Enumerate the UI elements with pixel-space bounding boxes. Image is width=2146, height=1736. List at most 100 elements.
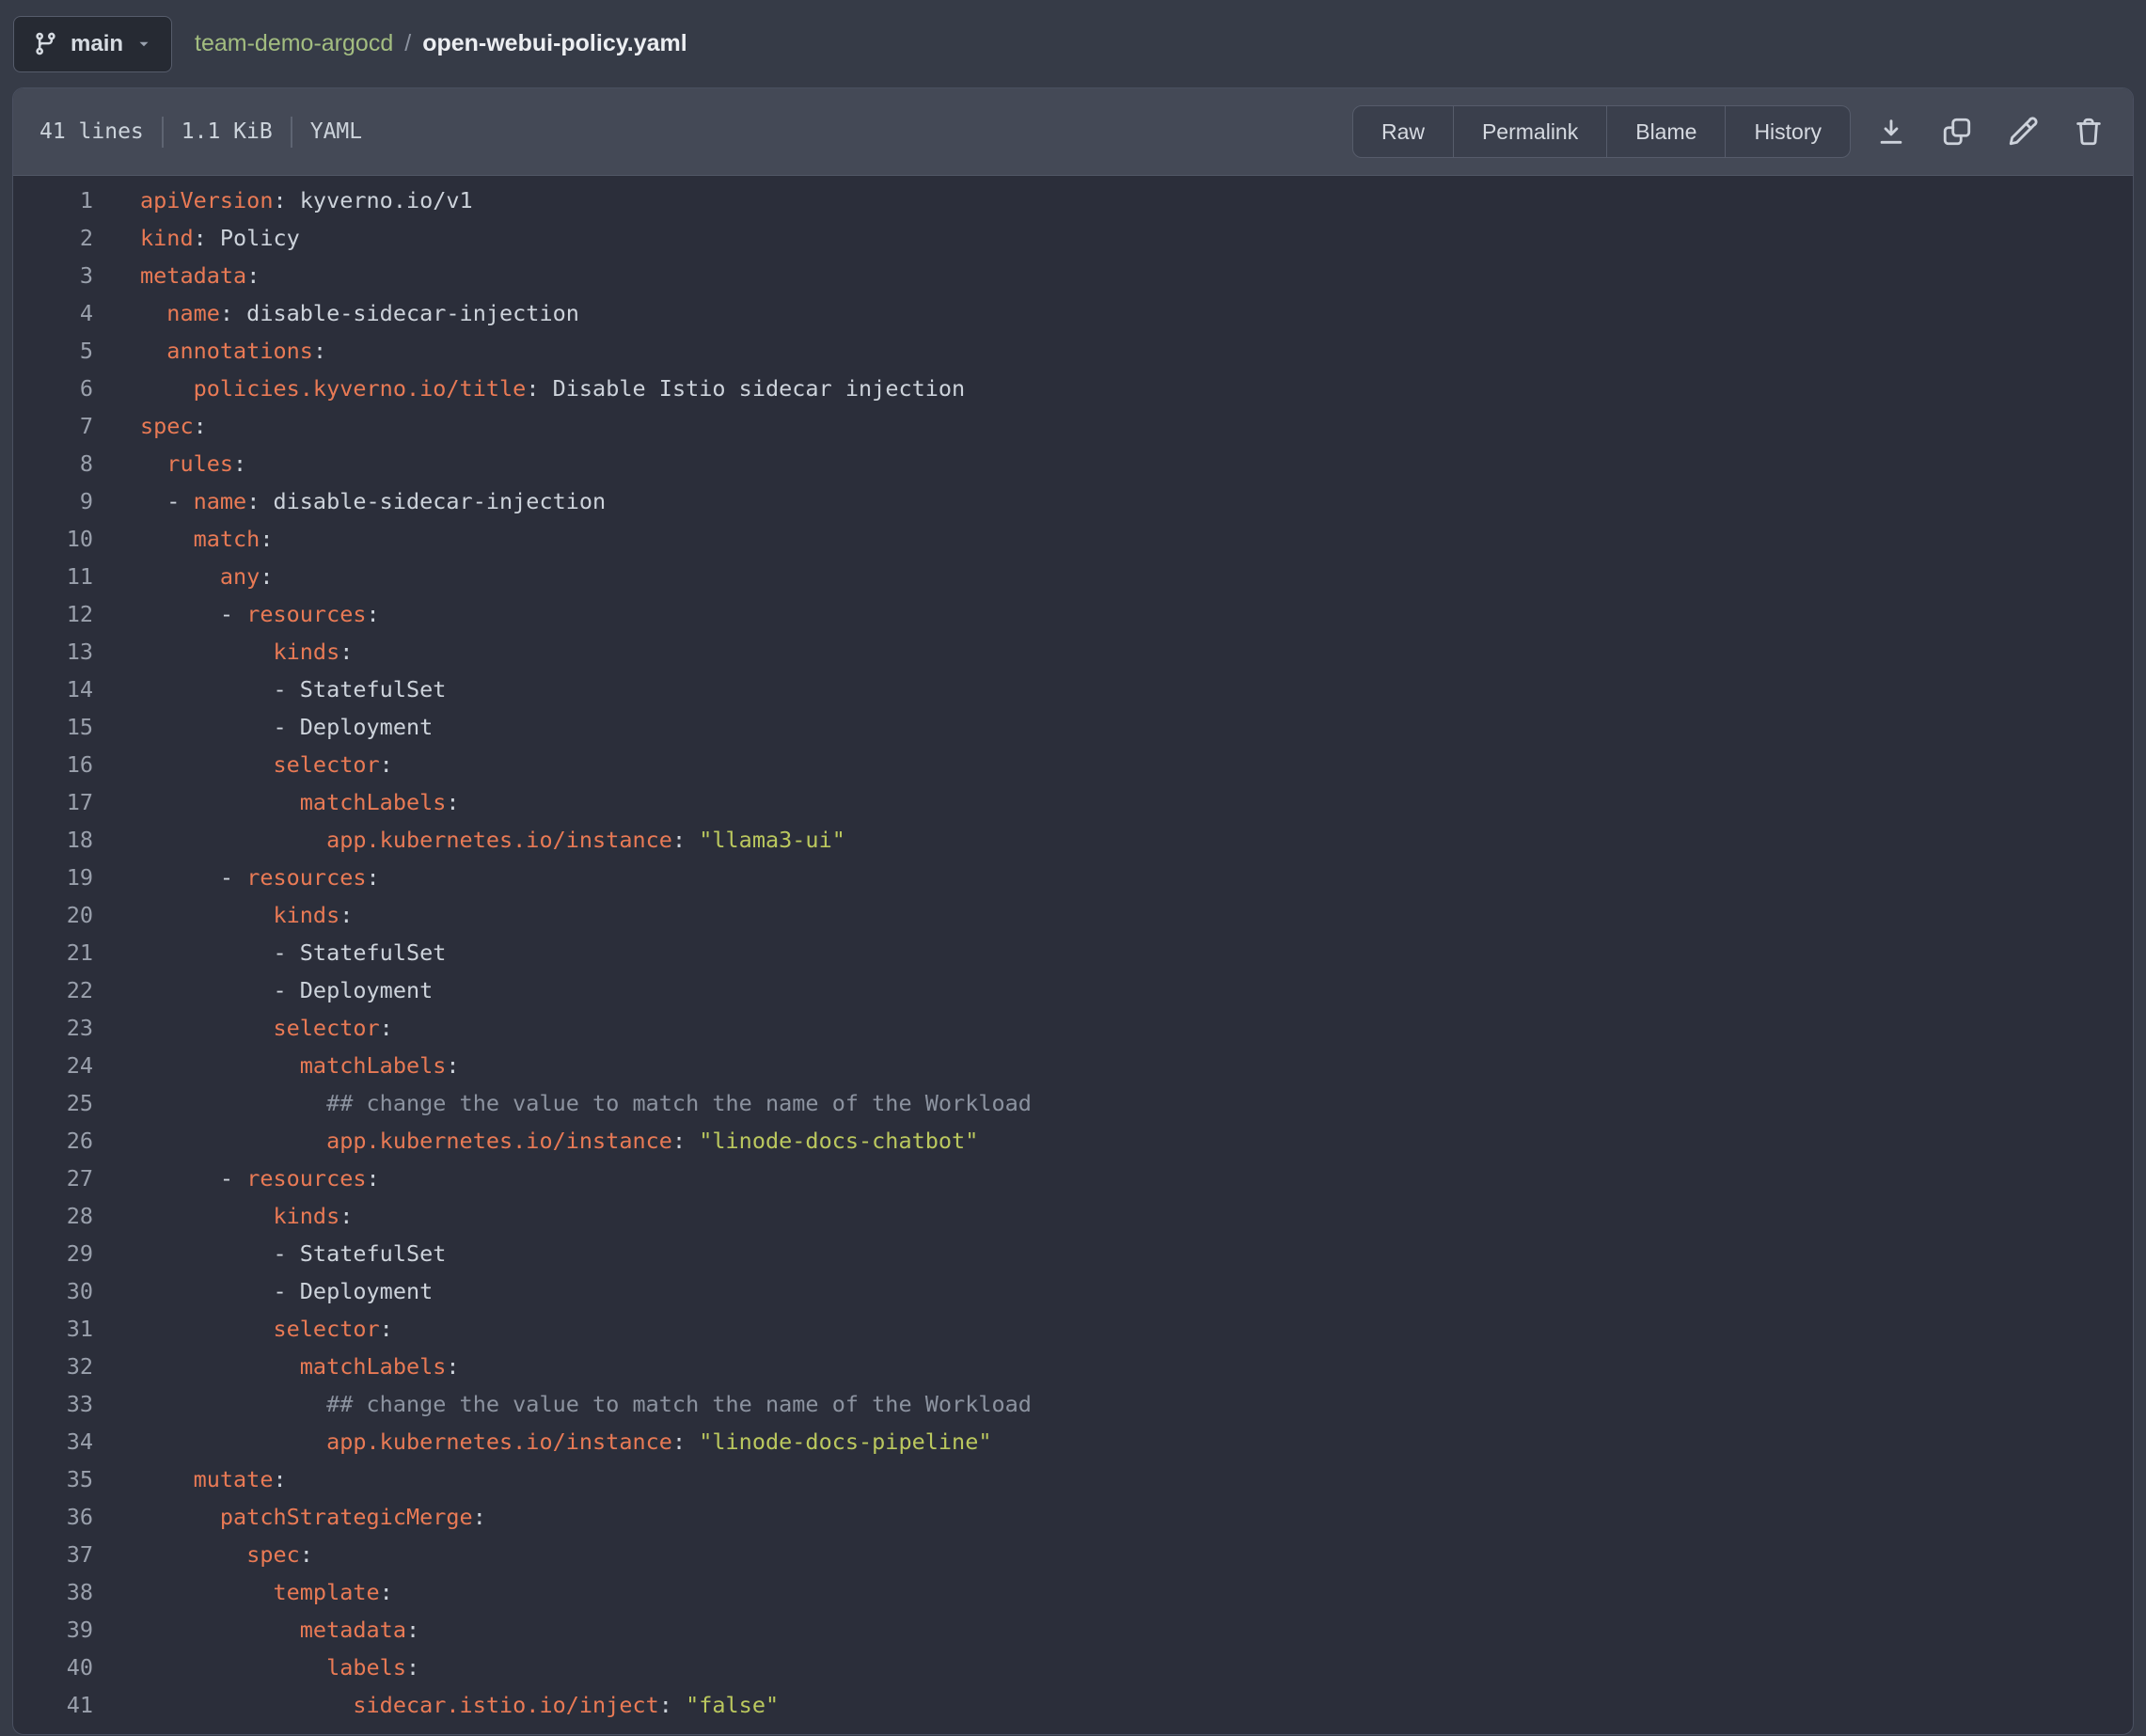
- branch-name: main: [71, 31, 123, 57]
- code-text: spec:: [93, 407, 207, 445]
- code-text: app.kubernetes.io/instance: "llama3-ui": [93, 821, 845, 859]
- code-line: 28 kinds:: [13, 1197, 2133, 1235]
- code-text: kinds:: [93, 896, 353, 934]
- line-number[interactable]: 28: [13, 1197, 93, 1235]
- line-number[interactable]: 10: [13, 520, 93, 558]
- file-meta: 41 lines 1.1 KiB YAML: [39, 117, 362, 148]
- line-number[interactable]: 18: [13, 821, 93, 859]
- code-line: 13 kinds:: [13, 633, 2133, 671]
- line-number[interactable]: 15: [13, 708, 93, 746]
- code-line: 12 - resources:: [13, 595, 2133, 633]
- line-number[interactable]: 17: [13, 783, 93, 821]
- line-number[interactable]: 12: [13, 595, 93, 633]
- code-text: metadata:: [93, 1611, 419, 1649]
- code-line: 24 matchLabels:: [13, 1047, 2133, 1084]
- permalink-button[interactable]: Permalink: [1454, 105, 1607, 158]
- code-text: selector:: [93, 1310, 393, 1348]
- download-icon[interactable]: [1873, 114, 1909, 150]
- line-number[interactable]: 24: [13, 1047, 93, 1084]
- history-button[interactable]: History: [1726, 105, 1851, 158]
- file-lines-count: 41 lines: [39, 119, 144, 144]
- code-line: 14 - StatefulSet: [13, 671, 2133, 708]
- line-number[interactable]: 4: [13, 294, 93, 332]
- edit-icon[interactable]: [2005, 114, 2041, 150]
- line-number[interactable]: 19: [13, 859, 93, 896]
- code-text: patchStrategicMerge:: [93, 1498, 486, 1536]
- code-text: - Deployment: [93, 708, 433, 746]
- line-number[interactable]: 9: [13, 482, 93, 520]
- code-text: selector:: [93, 1009, 393, 1047]
- line-number[interactable]: 26: [13, 1122, 93, 1160]
- code-line: 37 spec:: [13, 1536, 2133, 1573]
- raw-button[interactable]: Raw: [1352, 105, 1454, 158]
- line-number[interactable]: 7: [13, 407, 93, 445]
- line-number[interactable]: 37: [13, 1536, 93, 1573]
- line-number[interactable]: 31: [13, 1310, 93, 1348]
- file-view-button-group: Raw Permalink Blame History: [1352, 105, 1851, 158]
- line-number[interactable]: 21: [13, 934, 93, 971]
- line-number[interactable]: 16: [13, 746, 93, 783]
- code-text: matchLabels:: [93, 783, 460, 821]
- line-number[interactable]: 39: [13, 1611, 93, 1649]
- code-line: 18 app.kubernetes.io/instance: "llama3-u…: [13, 821, 2133, 859]
- breadcrumb: team-demo-argocd / open-webui-policy.yam…: [195, 30, 687, 57]
- line-number[interactable]: 33: [13, 1385, 93, 1423]
- code-line: 15 - Deployment: [13, 708, 2133, 746]
- code-line: 10 match:: [13, 520, 2133, 558]
- meta-divider: [162, 117, 164, 148]
- line-number[interactable]: 34: [13, 1423, 93, 1460]
- line-number[interactable]: 27: [13, 1160, 93, 1197]
- code-text: annotations:: [93, 332, 326, 370]
- line-number[interactable]: 32: [13, 1348, 93, 1385]
- line-number[interactable]: 35: [13, 1460, 93, 1498]
- line-number[interactable]: 11: [13, 558, 93, 595]
- line-number[interactable]: 5: [13, 332, 93, 370]
- code-text: apiVersion: kyverno.io/v1: [93, 181, 473, 219]
- breadcrumb-repo-link[interactable]: team-demo-argocd: [195, 30, 393, 57]
- code-text: - StatefulSet: [93, 934, 446, 971]
- line-number[interactable]: 8: [13, 445, 93, 482]
- code-text: ## change the value to match the name of…: [93, 1084, 1032, 1122]
- code-line: 21 - StatefulSet: [13, 934, 2133, 971]
- line-number[interactable]: 23: [13, 1009, 93, 1047]
- line-number[interactable]: 1: [13, 181, 93, 219]
- breadcrumb-separator: /: [404, 30, 411, 57]
- line-number[interactable]: 20: [13, 896, 93, 934]
- code-line: 23 selector:: [13, 1009, 2133, 1047]
- line-number[interactable]: 2: [13, 219, 93, 257]
- line-number[interactable]: 22: [13, 971, 93, 1009]
- meta-divider: [291, 117, 292, 148]
- line-number[interactable]: 29: [13, 1235, 93, 1272]
- branch-selector[interactable]: main: [13, 16, 172, 72]
- code-line: 26 app.kubernetes.io/instance: "linode-d…: [13, 1122, 2133, 1160]
- file-header: 41 lines 1.1 KiB YAML Raw Permalink Blam…: [13, 88, 2133, 176]
- code-line: 32 matchLabels:: [13, 1348, 2133, 1385]
- line-number[interactable]: 6: [13, 370, 93, 407]
- code-line: 41 sidecar.istio.io/inject: "false": [13, 1686, 2133, 1724]
- file-viewer-panel: 41 lines 1.1 KiB YAML Raw Permalink Blam…: [12, 87, 2134, 1735]
- line-number[interactable]: 38: [13, 1573, 93, 1611]
- line-number[interactable]: 25: [13, 1084, 93, 1122]
- code-view: 1apiVersion: kyverno.io/v12kind: Policy3…: [13, 176, 2133, 1734]
- line-number[interactable]: 30: [13, 1272, 93, 1310]
- code-text: match:: [93, 520, 274, 558]
- code-text: any:: [93, 558, 274, 595]
- code-line: 3metadata:: [13, 257, 2133, 294]
- line-number[interactable]: 41: [13, 1686, 93, 1724]
- line-number[interactable]: 40: [13, 1649, 93, 1686]
- code-line: 11 any:: [13, 558, 2133, 595]
- code-line: 31 selector:: [13, 1310, 2133, 1348]
- code-text: spec:: [93, 1536, 313, 1573]
- copy-icon[interactable]: [1939, 114, 1975, 150]
- blame-button[interactable]: Blame: [1607, 105, 1726, 158]
- code-text: rules:: [93, 445, 246, 482]
- line-number[interactable]: 14: [13, 671, 93, 708]
- code-text: name: disable-sidecar-injection: [93, 294, 579, 332]
- line-number[interactable]: 36: [13, 1498, 93, 1536]
- code-line: 38 template:: [13, 1573, 2133, 1611]
- code-line: 4 name: disable-sidecar-injection: [13, 294, 2133, 332]
- line-number[interactable]: 13: [13, 633, 93, 671]
- line-number[interactable]: 3: [13, 257, 93, 294]
- delete-icon[interactable]: [2071, 114, 2107, 150]
- code-text: template:: [93, 1573, 393, 1611]
